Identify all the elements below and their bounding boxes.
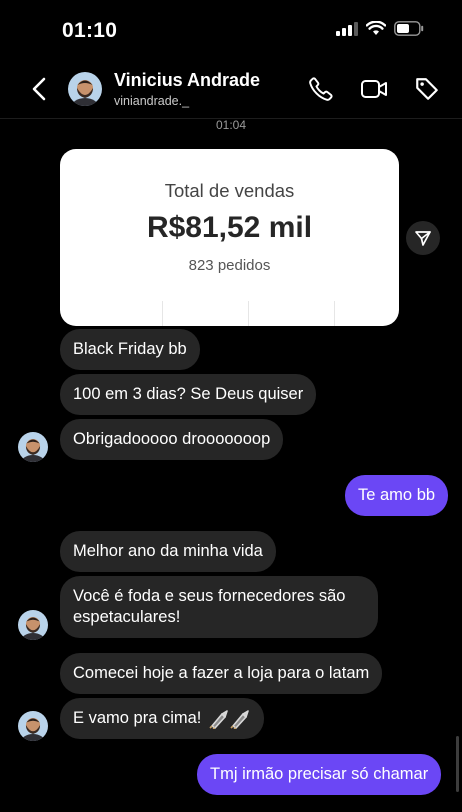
status-time: 01:10: [62, 19, 118, 42]
wifi-icon: [366, 21, 386, 35]
share-button[interactable]: [406, 221, 440, 255]
contact-avatar[interactable]: [68, 72, 102, 106]
contact-username: viniandrade._: [114, 94, 190, 108]
card-orders-count: 823 pedidos: [188, 257, 271, 274]
tag-icon: [416, 78, 438, 100]
tag-button[interactable]: [412, 74, 442, 104]
phone-icon: [309, 77, 333, 101]
video-camera-icon: [361, 80, 387, 98]
voice-call-button[interactable]: [306, 74, 336, 104]
message-text: E vamo pra cima!: [73, 709, 202, 727]
message-bubble[interactable]: Black Friday bb: [60, 329, 200, 370]
card-title: Total de vendas: [164, 180, 295, 201]
sender-avatar[interactable]: [18, 711, 48, 741]
message-timestamp: 01:04: [215, 118, 247, 132]
sender-avatar[interactable]: [18, 432, 48, 462]
card-sales-value: R$81,52 mil: [146, 211, 313, 244]
message-bubble[interactable]: Obrigadooooo drooooooop: [60, 419, 284, 460]
message-bubble[interactable]: Comecei hoje a fazer a loja para o latam: [60, 653, 383, 694]
message-bubble-outgoing[interactable]: Tmj irmão precisar só chamar: [197, 754, 442, 795]
send-icon: [415, 231, 431, 246]
chevron-left-icon: [32, 77, 46, 101]
card-grid-line: [248, 301, 249, 326]
message-bubble-outgoing[interactable]: Te amo bb: [345, 475, 449, 516]
status-icons: [336, 21, 424, 36]
contact-name[interactable]: Vinicius Andrade: [114, 70, 260, 91]
shared-sales-card[interactable]: Total de vendas R$81,52 mil 823 pedidos: [60, 149, 399, 326]
message-bubble[interactable]: Você é foda e seus fornecedores são espe…: [60, 576, 378, 638]
message-bubble[interactable]: Melhor ano da minha vida: [60, 531, 276, 572]
video-call-button[interactable]: [359, 74, 389, 104]
card-grid-line: [162, 301, 163, 326]
cellular-signal-icon: [336, 21, 358, 36]
rocket-emoji-icon: [209, 709, 250, 729]
message-bubble[interactable]: E vamo pra cima!: [60, 698, 265, 739]
back-button[interactable]: [26, 74, 52, 104]
card-grid-line: [334, 301, 335, 326]
message-bubble[interactable]: 100 em 3 dias? Se Deus quiser: [60, 374, 317, 415]
battery-icon: [394, 21, 424, 36]
scrollbar[interactable]: [456, 736, 459, 792]
sender-avatar[interactable]: [18, 610, 48, 640]
